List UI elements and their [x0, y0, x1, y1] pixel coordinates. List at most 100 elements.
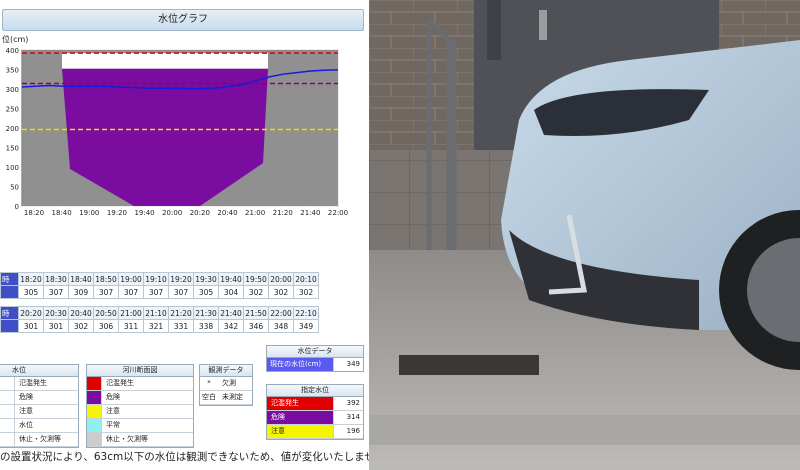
value-cell: 307 — [168, 285, 194, 299]
value-cell: 342 — [218, 319, 244, 333]
color-swatch — [87, 391, 102, 404]
water-level-chart: 位(cm) 400 350 300 250 200 150 100 50 0 18:20 18:40… — [2, 34, 348, 217]
time-cell: 21:30 — [193, 306, 219, 320]
x-tick-label: 19:20 — [107, 209, 127, 217]
legend-label: 氾濫発生 — [106, 379, 134, 387]
observation-row: * 欠測 — [200, 377, 252, 391]
current-value: 349 — [333, 358, 363, 371]
x-tick-label: 20:00 — [162, 209, 182, 217]
legend-row: 水位 — [0, 419, 78, 433]
value-cell: 304 — [218, 285, 244, 299]
value-cell: 346 — [243, 319, 269, 333]
water-level-panel: 水位グラフ 位(cm) 400 350 300 250 200 150 100 50 0 18:2… — [0, 0, 369, 470]
time-cell: 18:30 — [43, 272, 69, 286]
time-cell: 21:00 — [118, 306, 144, 320]
color-swatch — [0, 405, 15, 418]
legend-row: 注意 — [87, 405, 193, 419]
time-cell: 20:40 — [68, 306, 94, 320]
y-tick-label: 200 — [6, 125, 19, 133]
legend-level: 水位 氾濫発生 危険 注意 水位 休止・欠測等 — [0, 364, 79, 448]
legend-label: 危険 — [19, 393, 33, 401]
car-photo — [369, 0, 800, 470]
legend-label: 休止・欠測等 — [19, 435, 61, 443]
color-swatch — [0, 391, 15, 404]
color-swatch — [0, 433, 15, 446]
value-cell: 302 — [268, 285, 294, 299]
observation-text: 欠測 — [222, 379, 236, 387]
x-tick-label: 19:40 — [134, 209, 154, 217]
designated-row: 危険 314 — [267, 411, 363, 425]
current-label: 現在の水位(cm) — [267, 358, 333, 371]
value-cell: 338 — [193, 319, 219, 333]
value-cell: 307 — [93, 285, 119, 299]
legend-row: 危険 — [87, 391, 193, 405]
value-cell: 349 — [293, 319, 319, 333]
time-cell: 19:30 — [193, 272, 219, 286]
value-cell: 305 — [193, 285, 219, 299]
legend-row: 休止・欠測等 — [0, 433, 78, 447]
x-tick-label: 21:20 — [273, 209, 293, 217]
time-cell: 19:40 — [218, 272, 244, 286]
x-tick-label: 19:00 — [79, 209, 99, 217]
color-swatch — [0, 377, 15, 390]
value-cell: 301 — [43, 319, 69, 333]
x-tick-label: 20:20 — [190, 209, 210, 217]
value-cell: 302 — [68, 319, 94, 333]
y-tick-label: 0 — [15, 203, 19, 211]
designated-value: 392 — [333, 397, 363, 410]
footer-note: の設置状況により、63cm以下の水位は観測できないため、値が変化いたしませ — [0, 451, 369, 463]
observation-legend: 観測データ * 欠測 空白 未測定 — [199, 364, 253, 406]
legend-label: 休止・欠測等 — [106, 435, 148, 443]
y-tick-label: 250 — [6, 106, 19, 114]
color-swatch — [87, 377, 102, 390]
legend-label: 平常 — [106, 421, 120, 429]
time-cell: 20:30 — [43, 306, 69, 320]
color-swatch — [87, 433, 102, 446]
x-tick-label: 18:40 — [52, 209, 72, 217]
data-table-1: 時 18:20 18:30 18:40 18:50 19:00 19:10 19:20 19:3… — [0, 272, 319, 299]
current-title: 水位データ — [267, 346, 363, 358]
x-tick-label: 22:00 — [328, 209, 348, 217]
time-cell: 21:10 — [143, 306, 169, 320]
data-table-2: 時 20:20 20:30 20:40 20:50 21:00 21:10 21:20 21:3… — [0, 306, 319, 333]
time-cell: 18:50 — [93, 272, 119, 286]
legend-label: 注意 — [19, 407, 33, 415]
time-cell: 21:20 — [168, 306, 194, 320]
door-handle — [539, 10, 547, 40]
x-tick-label: 21:00 — [245, 209, 265, 217]
value-cell: 309 — [68, 285, 94, 299]
value-cell: 301 — [18, 319, 44, 333]
observation-title: 観測データ — [200, 365, 252, 377]
time-cell: 19:00 — [118, 272, 144, 286]
color-swatch — [87, 419, 102, 432]
value-cell: 305 — [18, 285, 44, 299]
time-cell: 19:50 — [243, 272, 269, 286]
legend-label: 危険 — [106, 393, 120, 401]
legend-section-title: 河川断面図 — [87, 365, 193, 377]
designated-label: 氾濫発生 — [267, 397, 333, 410]
observation-text: 未測定 — [222, 393, 243, 401]
time-cell: 22:00 — [268, 306, 294, 320]
time-cell: 22:10 — [293, 306, 319, 320]
designated-title: 指定水位 — [267, 385, 363, 397]
y-tick-label: 100 — [6, 164, 19, 172]
legend-row: 休止・欠測等 — [87, 433, 193, 447]
time-cell: 19:10 — [143, 272, 169, 286]
legend-section: 河川断面図 氾濫発生危険注意平常休止・欠測等 — [86, 364, 194, 448]
y-tick-label: 400 — [6, 47, 19, 55]
designated-value: 196 — [333, 425, 363, 438]
value-cell: 307 — [43, 285, 69, 299]
time-cell: 21:50 — [243, 306, 269, 320]
y-tick-label: 300 — [6, 86, 19, 94]
value-cell: 348 — [268, 319, 294, 333]
time-cell: 21:40 — [218, 306, 244, 320]
value-cell: 321 — [143, 319, 169, 333]
value-cell: 331 — [168, 319, 194, 333]
time-cell: 18:40 — [68, 272, 94, 286]
time-cell: 20:50 — [93, 306, 119, 320]
designated-row: 氾濫発生 392 — [267, 397, 363, 411]
color-swatch — [87, 405, 102, 418]
color-swatch — [0, 419, 15, 432]
legend-row: 危険 — [0, 391, 78, 405]
legend-label: 氾濫発生 — [19, 379, 47, 387]
